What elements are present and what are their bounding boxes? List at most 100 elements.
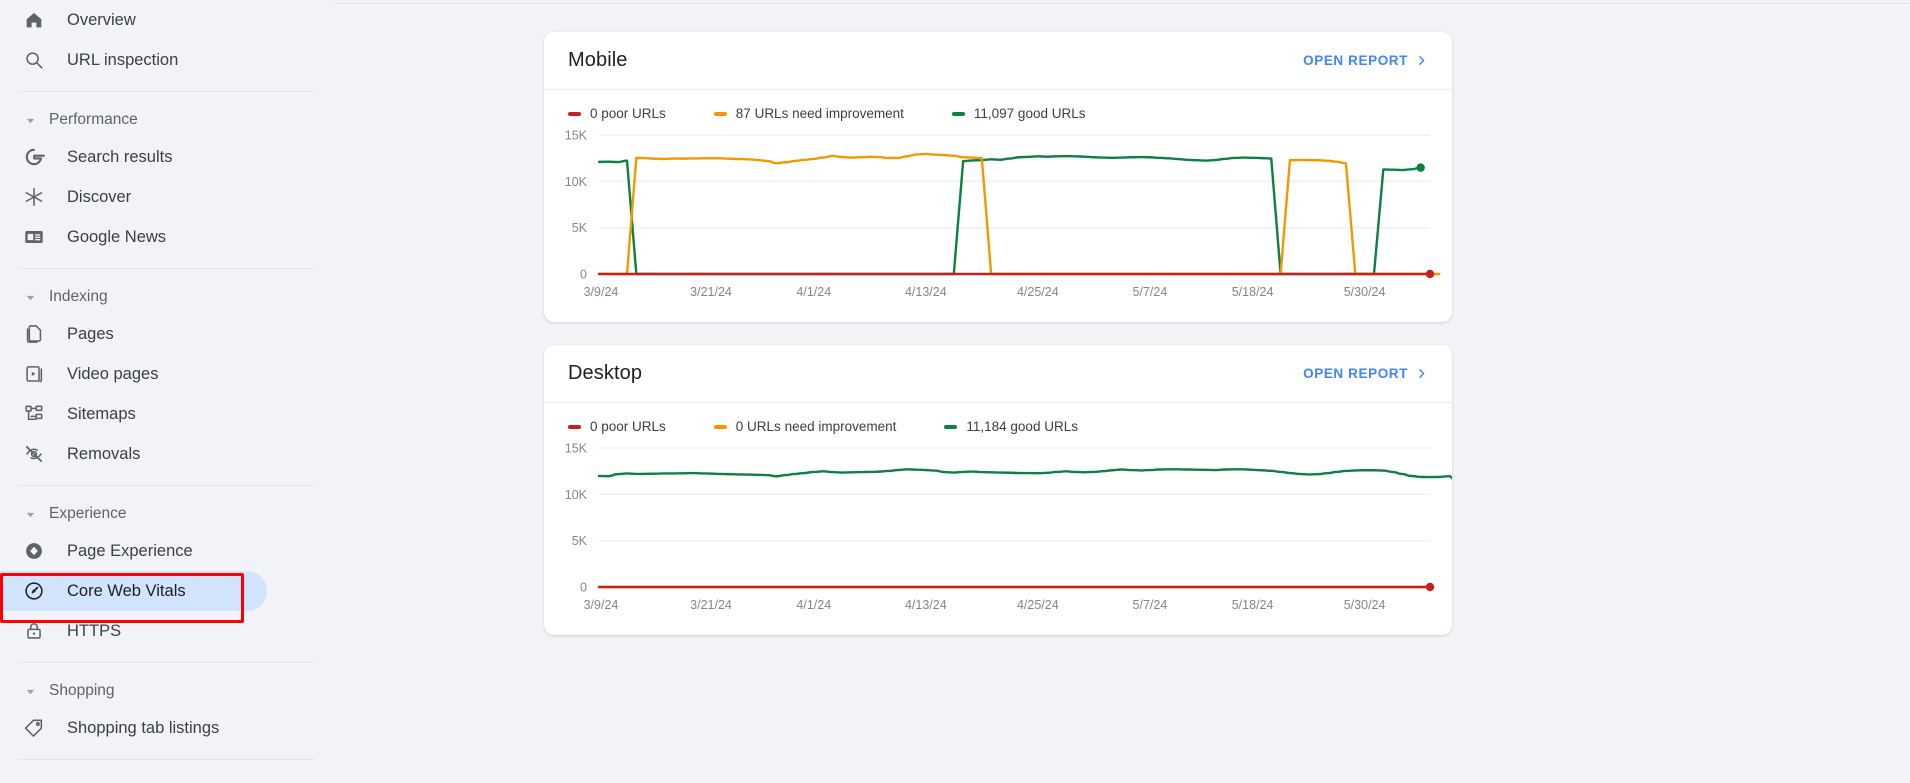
video-pages-icon	[22, 362, 46, 386]
x-axis-tick-label: 5/18/24	[1232, 285, 1274, 299]
legend-item-poor[interactable]: 0 poor URLs	[568, 419, 666, 434]
sidebar-item-label: Sitemaps	[67, 404, 136, 423]
sidebar-item-label: Discover	[67, 187, 132, 206]
legend-label: 0 URLs need improvement	[735, 419, 897, 434]
legend-item-good[interactable]: 11,097 good URLs	[951, 106, 1086, 121]
chart-svg: 0 5K 10K 15K 3/9/24 3/21/24 4/1/24 4/13/24 4/25/…	[565, 442, 1452, 612]
google-news-icon	[22, 225, 46, 249]
sidebar-item-page-experience[interactable]: Page Experience	[0, 531, 333, 571]
legend-label: 11,184 good URLs	[966, 419, 1078, 434]
series-end-marker	[1425, 582, 1435, 592]
sidebar-section-performance[interactable]: Performance	[0, 103, 333, 137]
x-axis-tick-label: 5/30/24	[1344, 598, 1386, 612]
core-web-vitals-page: Overview URL inspection Performance Search …	[0, 0, 1910, 783]
sidebar-item-removals[interactable]: Removals	[0, 434, 333, 474]
tag-icon	[22, 716, 46, 740]
legend-swatch-needs_improvement	[713, 424, 727, 429]
sidebar-item-label: Video pages	[67, 364, 159, 383]
search-icon	[22, 48, 46, 72]
x-axis-tick-label: 5/30/24	[1344, 285, 1386, 299]
sidebar-item-label: Page Experience	[67, 541, 193, 560]
x-axis-tick-label: 4/25/24	[1017, 598, 1059, 612]
sidebar-item-label: URL inspection	[67, 50, 179, 69]
home-icon	[22, 8, 46, 32]
mobile-open-report-button[interactable]: OPEN REPORT	[1303, 53, 1428, 68]
y-axis-tick-label: 0	[580, 581, 587, 595]
sidebar-item-label: HTTPS	[67, 621, 122, 640]
sidebar-item-label: Removals	[67, 444, 141, 463]
mobile-open-report-label: OPEN REPORT	[1303, 53, 1408, 68]
y-axis-tick-label: 5K	[572, 534, 588, 548]
sidebar-navigation: Overview URL inspection Performance Search …	[0, 0, 333, 783]
legend-swatch-needs_improvement	[713, 111, 727, 116]
sidebar-item-https[interactable]: HTTPS	[0, 611, 333, 651]
sidebar-section-label: Indexing	[49, 288, 108, 305]
desktop-chart-legend: 0 poor URLs 0 URLs need improvement 11,184…	[544, 403, 1452, 436]
x-axis-tick-label: 4/13/24	[905, 598, 947, 612]
sitemaps-icon	[22, 402, 46, 426]
sidebar-item-sitemaps[interactable]: Sitemaps	[0, 394, 333, 434]
y-axis-tick-label: 10K	[565, 175, 588, 189]
speedometer-icon	[22, 579, 46, 603]
legend-label: 0 poor URLs	[590, 419, 666, 434]
sidebar-item-label: Google News	[67, 227, 167, 246]
legend-swatch-poor	[568, 424, 581, 429]
google-g-icon	[22, 145, 46, 169]
sidebar-section-experience[interactable]: Experience	[0, 497, 333, 531]
y-axis-tick-label: 15K	[565, 442, 588, 456]
legend-swatch-poor	[568, 111, 581, 116]
sidebar-item-label: Core Web Vitals	[67, 581, 186, 600]
sidebar-item-shopping-tab-listings[interactable]: Shopping tab listings	[0, 708, 333, 748]
mobile-card: Mobile OPEN REPORT 0 poor URLs 87 URLs ne…	[544, 32, 1452, 322]
desktop-open-report-label: OPEN REPORT	[1303, 366, 1408, 381]
discover-asterisk-icon	[22, 185, 46, 209]
desktop-chart[interactable]: 0 5K 10K 15K 3/9/24 3/21/24 4/1/24 4/13/24 4/25/…	[544, 436, 1452, 621]
sidebar-item-overview[interactable]: Overview	[0, 0, 333, 40]
sidebar-item-search-results[interactable]: Search results	[0, 137, 333, 177]
mobile-card-title: Mobile	[568, 49, 628, 71]
legend-label: 87 URLs need improvement	[735, 106, 904, 121]
x-axis-tick-label: 5/7/24	[1133, 285, 1168, 299]
mobile-chart[interactable]: 0 5K 10K 15K 3/9/24 3/21/24 4/1/24 4/13/24 4/25/…	[544, 123, 1452, 308]
x-axis-tick-label: 3/21/24	[690, 285, 732, 299]
sidebar-item-pages[interactable]: Pages	[0, 314, 333, 354]
sidebar-item-label: Pages	[67, 324, 114, 343]
mobile-chart-legend: 0 poor URLs 87 URLs need improvement 11,09…	[544, 90, 1452, 123]
sidebar-item-google-news[interactable]: Google News	[0, 217, 333, 257]
desktop-card-header: Desktop OPEN REPORT	[544, 345, 1452, 403]
legend-item-good[interactable]: 11,184 good URLs	[944, 419, 1078, 434]
chart-svg: 0 5K 10K 15K 3/9/24 3/21/24 4/1/24 4/13/24 4/25/…	[565, 129, 1441, 299]
eye-off-icon	[22, 442, 46, 466]
series-end-marker	[1416, 163, 1425, 172]
sidebar-section-shopping[interactable]: Shopping	[0, 674, 333, 708]
legend-swatch-good	[944, 424, 958, 429]
sidebar-item-core-web-vitals[interactable]: Core Web Vitals	[0, 571, 267, 611]
sidebar-divider	[18, 268, 315, 269]
sidebar-item-url-inspection[interactable]: URL inspection	[0, 40, 333, 80]
legend-label: 11,097 good URLs	[973, 106, 1086, 121]
chevron-down-icon	[22, 112, 38, 128]
legend-item-needs_improvement[interactable]: 0 URLs need improvement	[713, 419, 897, 434]
sidebar-section-label: Shopping	[49, 682, 115, 699]
legend-item-needs_improvement[interactable]: 87 URLs need improvement	[713, 106, 904, 121]
x-axis-tick-label: 4/25/24	[1017, 285, 1059, 299]
y-axis-tick-label: 10K	[565, 488, 588, 502]
chevron-down-icon	[22, 289, 38, 305]
chevron-down-icon	[22, 506, 38, 522]
x-axis-tick-label: 3/9/24	[584, 598, 619, 612]
legend-item-poor[interactable]: 0 poor URLs	[568, 106, 666, 121]
desktop-card-title: Desktop	[568, 362, 643, 384]
x-axis-tick-label: 3/9/24	[584, 285, 619, 299]
desktop-open-report-button[interactable]: OPEN REPORT	[1303, 366, 1428, 381]
pages-icon	[22, 322, 46, 346]
x-axis-tick-label: 5/7/24	[1133, 598, 1168, 612]
lock-icon	[22, 619, 46, 643]
chevron-down-icon	[22, 683, 38, 699]
series-line	[597, 154, 1422, 276]
sidebar-item-video-pages[interactable]: Video pages	[0, 354, 333, 394]
y-axis-tick-label: 0	[580, 268, 587, 282]
sidebar-section-label: Performance	[49, 111, 138, 128]
sidebar-section-indexing[interactable]: Indexing	[0, 280, 333, 314]
sidebar-item-discover[interactable]: Discover	[0, 177, 333, 217]
sidebar-divider	[18, 485, 315, 486]
